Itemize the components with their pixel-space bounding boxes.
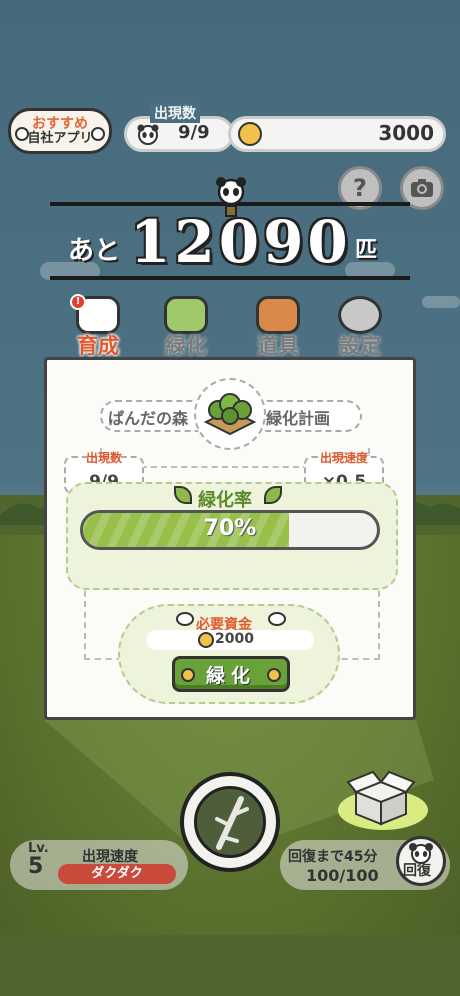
green-button[interactable]: 緑化	[172, 656, 290, 692]
cloud	[422, 296, 460, 308]
remaining-suffix: 匹	[355, 238, 378, 263]
backpack-icon	[256, 296, 300, 334]
panda-icon	[15, 127, 29, 141]
green-button-label: 緑化	[205, 664, 256, 687]
tab-label: 道具	[257, 334, 299, 358]
coin-icon	[181, 668, 195, 682]
coin-value: 3000	[378, 121, 434, 145]
recover-button-label: 回復	[403, 863, 431, 879]
stat-label: 出現速度	[319, 451, 368, 465]
tab-tools[interactable]: 道具	[244, 296, 312, 362]
level-value: 5	[28, 854, 44, 879]
help-icon: ?	[353, 174, 367, 202]
tab-label: 育成	[77, 334, 119, 358]
stamina-value: 100/100	[306, 866, 379, 885]
panda-icon	[136, 122, 160, 146]
panda-icon	[91, 127, 105, 141]
tab-label: 設定	[339, 334, 381, 358]
required-funds-value: 2000	[215, 631, 254, 647]
recommend-label-2: 自社アプリ	[27, 130, 93, 146]
panda-icon	[176, 612, 194, 626]
tree-icon	[164, 296, 208, 334]
greening-rate-bar: 70%	[80, 510, 380, 550]
tab-settings[interactable]: 設定	[326, 296, 394, 362]
forest-name: ぱんだの森	[108, 409, 189, 428]
alert-badge-icon: !	[70, 294, 86, 310]
camera-icon	[411, 179, 433, 197]
greening-rate-text: 70%	[203, 516, 257, 541]
coin-icon	[238, 122, 262, 146]
forest-plan-label: 緑化計画	[266, 409, 331, 428]
appear-count-value: 9/9	[178, 122, 210, 143]
tab-green[interactable]: 緑化	[152, 296, 220, 362]
tab-raise[interactable]: ! 育成	[64, 294, 132, 362]
panda-icon	[268, 612, 286, 626]
forest-icon-frame	[194, 378, 266, 450]
coin-icon	[267, 668, 281, 682]
recommend-label-1: おすすめ	[32, 115, 88, 132]
appear-speed-badge: ダクダク	[58, 864, 176, 884]
appear-count-label: 出現数	[150, 103, 200, 123]
box-icon[interactable]	[346, 770, 416, 826]
recover-time-label: 回復まで45分	[288, 849, 378, 865]
recommend-apps-button[interactable]: おすすめ 自社アプリ	[8, 108, 112, 154]
greening-rate-label: 緑化率	[198, 490, 252, 511]
appear-speed-label: 出現速度	[82, 849, 138, 865]
remaining-number: 12090	[130, 208, 352, 276]
stat-label: 出現数	[85, 451, 122, 465]
bamboo-button[interactable]	[180, 772, 280, 872]
tab-label: 緑化	[165, 334, 207, 358]
gear-icon	[338, 296, 382, 334]
remaining-prefix: あと	[68, 236, 121, 266]
coin-icon	[198, 632, 214, 648]
tree-icon	[203, 393, 257, 436]
bamboo-icon	[215, 796, 249, 850]
